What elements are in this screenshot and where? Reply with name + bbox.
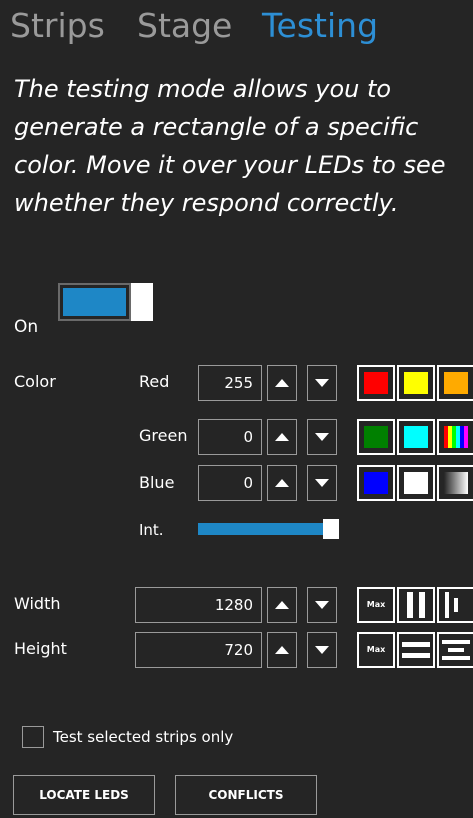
- swatch-red[interactable]: [357, 365, 395, 401]
- blue-value-field[interactable]: 0: [198, 465, 262, 501]
- locate-leds-button[interactable]: LOCATE LEDS: [13, 775, 155, 815]
- conflicts-button[interactable]: CONFLICTS: [175, 775, 317, 815]
- vertical-center-icon: [442, 640, 470, 644]
- arrow-up-icon: [275, 433, 289, 441]
- toggle-thumb[interactable]: [131, 283, 153, 321]
- intensity-label: Int.: [139, 521, 164, 539]
- green-value-field[interactable]: 0: [198, 419, 262, 455]
- green-label: Green: [139, 426, 188, 445]
- arrow-down-icon: [315, 433, 329, 441]
- testing-description: The testing mode allows you to generate …: [14, 75, 446, 217]
- rainbow-icon: [444, 426, 468, 448]
- red-increment-button[interactable]: [267, 365, 297, 401]
- horizontal-bar-icon: [402, 642, 430, 647]
- max-label: Max: [366, 600, 386, 609]
- on-toggle[interactable]: [58, 283, 153, 321]
- width-label: Width: [14, 594, 61, 613]
- swatch-gradient[interactable]: [437, 465, 473, 501]
- swatch-rainbow[interactable]: [437, 419, 473, 455]
- swatch-yellow[interactable]: [397, 365, 435, 401]
- height-max-button[interactable]: Max: [357, 632, 395, 668]
- swatch-blue[interactable]: [357, 465, 395, 501]
- test-selected-label[interactable]: Test selected strips only: [53, 728, 233, 746]
- arrow-up-icon: [275, 601, 289, 609]
- width-center-button[interactable]: [437, 587, 473, 623]
- horizontal-center-icon: [445, 592, 449, 618]
- toggle-fill: [63, 288, 126, 316]
- height-label: Height: [14, 639, 67, 658]
- arrow-up-icon: [275, 479, 289, 487]
- height-center-button[interactable]: [437, 632, 473, 668]
- vertical-bar-icon: [407, 592, 413, 618]
- height-increment-button[interactable]: [267, 632, 297, 668]
- height-decrement-button[interactable]: [307, 632, 337, 668]
- width-max-button[interactable]: Max: [357, 587, 395, 623]
- gradient-icon: [444, 472, 468, 494]
- swatch-white[interactable]: [397, 465, 435, 501]
- arrow-down-icon: [315, 646, 329, 654]
- height-value-field[interactable]: 720: [135, 632, 262, 668]
- toggle-label: On: [14, 317, 39, 337]
- red-label: Red: [139, 372, 170, 391]
- arrow-down-icon: [315, 479, 329, 487]
- height-full-button[interactable]: [397, 632, 435, 668]
- red-decrement-button[interactable]: [307, 365, 337, 401]
- width-value-field[interactable]: 1280: [135, 587, 262, 623]
- red-value-field[interactable]: 255: [198, 365, 262, 401]
- max-label: Max: [366, 645, 386, 654]
- test-selected-checkbox[interactable]: [22, 726, 44, 748]
- tab-testing[interactable]: Testing: [262, 6, 378, 46]
- width-decrement-button[interactable]: [307, 587, 337, 623]
- arrow-down-icon: [315, 601, 329, 609]
- swatch-cyan[interactable]: [397, 419, 435, 455]
- intensity-slider[interactable]: [198, 519, 341, 539]
- tab-strips[interactable]: Strips: [10, 6, 105, 46]
- tab-stage[interactable]: Stage: [137, 6, 232, 46]
- intensity-thumb[interactable]: [323, 519, 339, 539]
- arrow-up-icon: [275, 379, 289, 387]
- blue-decrement-button[interactable]: [307, 465, 337, 501]
- width-full-button[interactable]: [397, 587, 435, 623]
- blue-label: Blue: [139, 473, 175, 492]
- intensity-track-fill: [198, 523, 326, 535]
- arrow-down-icon: [315, 379, 329, 387]
- width-increment-button[interactable]: [267, 587, 297, 623]
- green-decrement-button[interactable]: [307, 419, 337, 455]
- color-label: Color: [14, 372, 56, 391]
- swatch-orange[interactable]: [437, 365, 473, 401]
- arrow-up-icon: [275, 646, 289, 654]
- green-increment-button[interactable]: [267, 419, 297, 455]
- swatch-green[interactable]: [357, 419, 395, 455]
- blue-increment-button[interactable]: [267, 465, 297, 501]
